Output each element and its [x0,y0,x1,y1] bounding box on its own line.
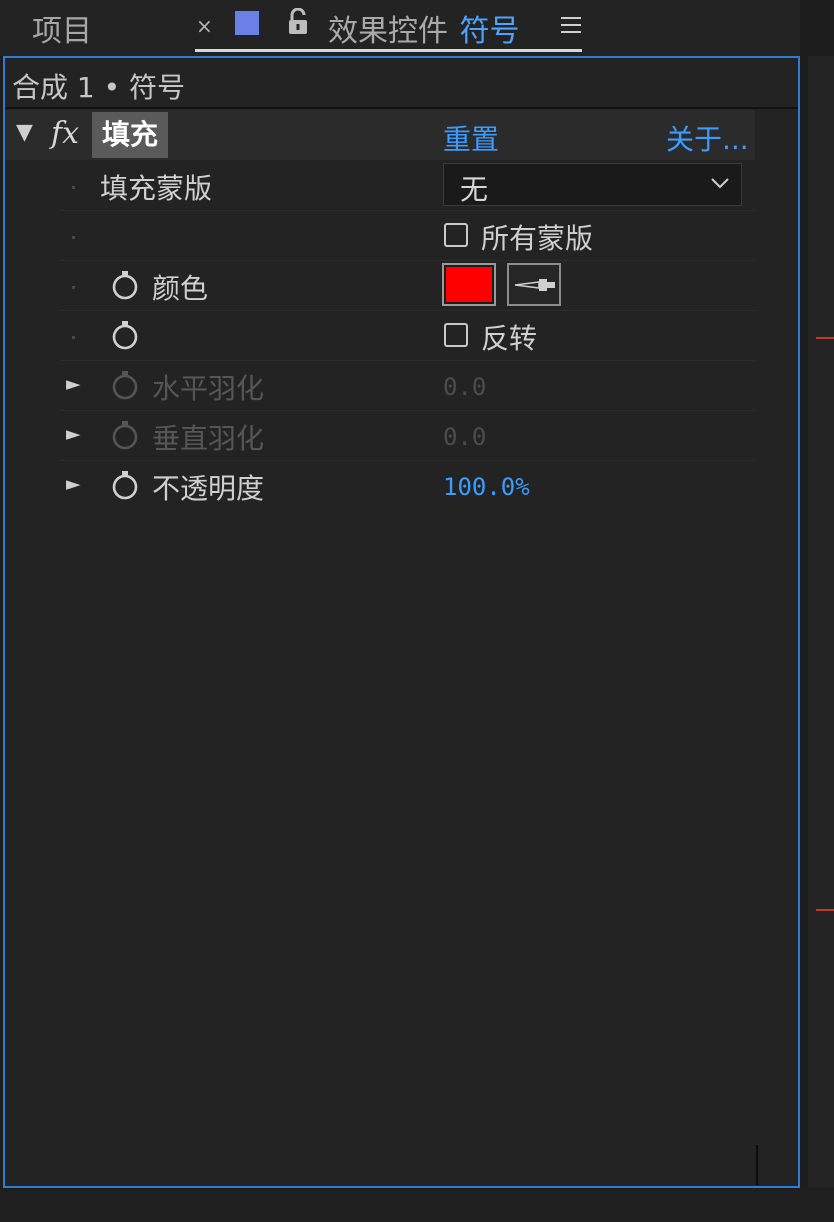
active-tab-underline [195,49,582,52]
fill-mask-dropdown[interactable]: 无 [443,163,742,206]
row-divider [60,460,755,461]
marker-tick [816,337,834,339]
expand-arrow-icon[interactable]: ► [66,423,81,445]
row-divider [60,260,755,261]
stopwatch-icon[interactable] [111,470,139,500]
horizontal-feather-label: 水平羽化 [152,372,265,405]
row-marker [72,336,75,339]
row-divider [60,410,755,411]
close-icon[interactable]: × [196,14,213,38]
chevron-down-icon [711,178,729,189]
stopwatch-icon[interactable] [111,320,139,350]
panel-tab-bar: 项目 × 效果控件 符号 [0,0,800,56]
adjacent-panel-edge [808,56,834,1188]
breadcrumb-divider [5,107,798,109]
invert-checkbox[interactable] [444,323,468,347]
panel-color-swatch-icon [235,11,259,35]
horizontal-feather-value: 0.0 [443,373,487,401]
reset-link[interactable]: 重置 [443,118,499,158]
color-swatch-fill [446,267,492,302]
twirl-down-icon[interactable]: ▼ [16,120,33,145]
all-masks-label: 所有蒙版 [481,222,594,255]
effect-name[interactable]: 填充 [92,112,169,158]
bottom-bar [0,1190,834,1222]
row-divider [60,310,755,311]
fill-mask-value: 无 [460,173,489,206]
row-divider [60,210,755,211]
unlock-icon[interactable] [286,7,310,36]
tab-effect-controls[interactable]: 效果控件 符号 [328,6,520,50]
effect-controls-panel [3,56,800,1188]
row-marker [72,286,75,289]
tab-title-prefix: 效果控件 [328,14,448,49]
stopwatch-icon [112,371,138,400]
marker-tick [816,909,834,911]
all-masks-checkbox[interactable] [444,223,468,247]
vertical-feather-label: 垂直羽化 [152,422,265,455]
row-marker [72,236,75,239]
opacity-value[interactable]: 100.0% [443,473,530,501]
row-divider [60,360,755,361]
about-link[interactable]: 关于... [666,118,749,158]
tab-project[interactable]: 项目 [32,6,92,50]
expand-arrow-icon[interactable]: ► [66,473,81,495]
color-swatch[interactable] [442,263,496,306]
fill-mask-label: 填充蒙版 [100,172,213,205]
expand-arrow-icon[interactable]: ► [66,373,81,395]
scrollbar-marker [756,1145,758,1185]
panel-menu-icon[interactable] [560,14,582,36]
row-marker [72,186,75,189]
stopwatch-icon[interactable] [111,270,139,300]
color-label: 颜色 [152,272,209,305]
eyedropper-icon[interactable] [507,263,561,306]
tab-title-layer: 符号 [459,14,520,49]
breadcrumb: 合成 1 • 符号 [12,71,186,104]
stopwatch-icon [112,421,138,450]
fx-toggle-icon[interactable]: fx [48,114,82,154]
invert-label: 反转 [481,322,538,355]
opacity-label: 不透明度 [152,472,265,505]
vertical-feather-value: 0.0 [443,423,487,451]
